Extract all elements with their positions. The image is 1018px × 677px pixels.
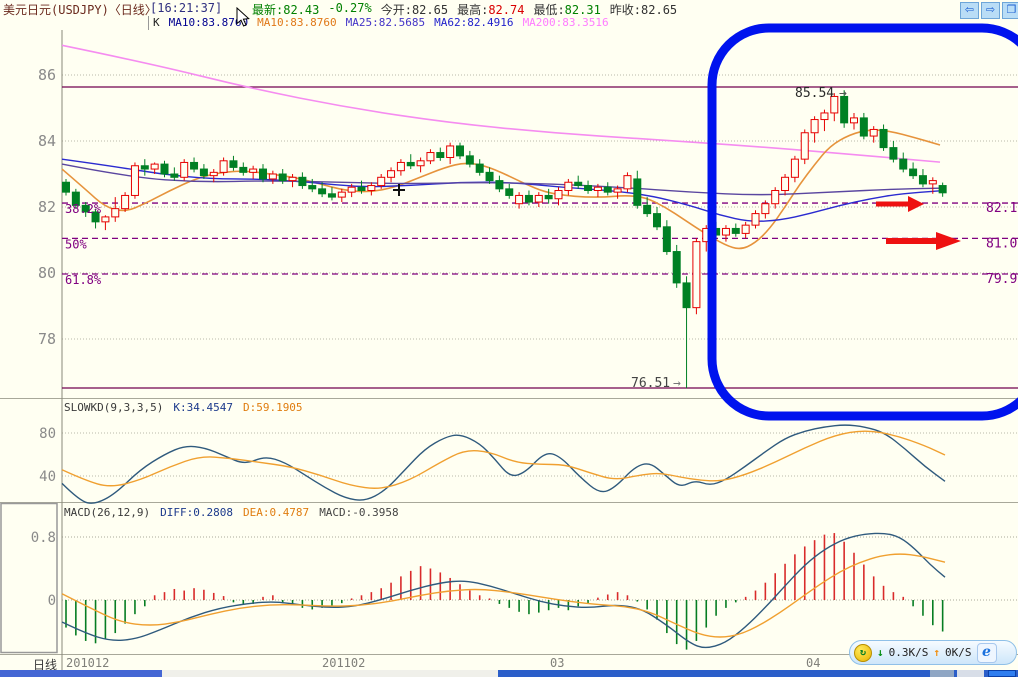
price-tick-label: 78 <box>38 330 56 348</box>
slowkd-k-line <box>61 424 946 504</box>
traffic-monitor-icon[interactable]: ↻ <box>854 643 872 662</box>
macd-title: MACD(26,12,9) <box>64 506 151 519</box>
slowkd-d-line <box>61 430 946 489</box>
ma62-legend: MA62:82.4916 <box>434 16 514 29</box>
taskbar-segment <box>930 670 954 677</box>
ma10b-legend: MA10:83.8760 <box>257 16 337 29</box>
indicator-lines <box>61 424 946 649</box>
k-legend: K <box>153 16 160 29</box>
date-axis-label: 201102 <box>322 656 366 670</box>
fib-price-label: 81.05 <box>986 236 1018 251</box>
ma-legend-bar: K MA10:83.8760 MA10:83.8760 MA25:82.5685… <box>148 16 609 30</box>
date-axis-label: 04 <box>806 656 821 670</box>
trading-app-window: 86 84 82 80 78 80 40 0.8 0 38.2% 82.12 50% 81.05 61.8… <box>0 0 1018 677</box>
window-buttons: ⇦ ⇨ ❐ <box>960 2 1018 19</box>
server-time: [16:21:37] <box>150 1 223 15</box>
slowkd-title: SLOWKD(9,3,3,5) <box>64 401 164 414</box>
upload-arrow-icon: ↑ <box>933 646 940 659</box>
price-tick-label: 84 <box>38 132 56 150</box>
ma200-legend: MA200:83.3516 <box>522 16 609 29</box>
upload-speed: 0K/S <box>945 646 972 659</box>
gridlines <box>62 74 1018 601</box>
macd-dea-value: DEA:0.4787 <box>242 506 310 519</box>
download-speed: 0.3K/S <box>888 646 929 659</box>
price-tick-label: 80 <box>38 264 56 282</box>
download-arrow-icon: ↓ <box>877 646 884 659</box>
price-tick-label: 82 <box>38 198 56 216</box>
slowkd-tick-label: 80 <box>39 426 56 442</box>
forward-arrow-button[interactable]: ⇨ <box>981 2 1000 19</box>
ma25-legend: MA25:82.5685 <box>345 16 426 29</box>
taskbar-segment <box>988 670 1016 677</box>
slowkd-tick-label: 40 <box>39 469 56 485</box>
chart-canvas[interactable]: 86 84 82 80 78 80 40 0.8 0 38.2% 82.12 50% 81.05 61.8… <box>0 0 1018 677</box>
slowkd-k-value: K:34.4547 <box>173 401 233 414</box>
taskbar-sliver <box>0 670 1018 677</box>
fib-pct-label: 61.8% <box>65 273 102 287</box>
candlesticks <box>62 90 947 389</box>
quote-bar: 美元日元(USDJPY)〈日线〉 [16:21:37] 最新:82.43 -0.… <box>0 0 1018 17</box>
taskbar-segment <box>957 670 984 677</box>
fib-price-label: 79.97 <box>986 272 1018 287</box>
low-callout-arrow-icon: → <box>673 376 681 391</box>
cascade-windows-button[interactable]: ❐ <box>1002 2 1018 19</box>
high-price-callout: 85.54 <box>795 86 834 101</box>
macd-macd-value: MACD:-0.3958 <box>319 506 399 519</box>
network-monitor-widget[interactable]: ↻ ↓ 0.3K/S ↑ 0K/S e <box>849 640 1017 665</box>
ie-browser-icon[interactable]: e <box>976 642 997 663</box>
high-callout-arrow-icon: → <box>839 86 847 101</box>
red-arrow-head <box>908 196 924 212</box>
taskbar-segment <box>0 670 162 677</box>
date-axis-label: 03 <box>550 656 565 670</box>
macd-diff-value: DIFF:0.2808 <box>160 506 233 519</box>
fib-price-label: 82.12 <box>986 201 1018 216</box>
price-tick-label: 86 <box>38 66 56 84</box>
quote-prev-close: 昨收:82.65 <box>609 3 678 17</box>
fib-pct-label: 50% <box>65 237 87 251</box>
back-arrow-button[interactable]: ⇦ <box>960 2 979 19</box>
slowkd-header: SLOWKD(9,3,3,5) K:34.4547 D:59.1905 <box>64 401 303 414</box>
annotations: 85.54 →76.51 → <box>393 23 1018 421</box>
instrument-title: 美元日元(USDJPY)〈日线〉 <box>3 3 157 17</box>
axis-labels: 86 84 82 80 78 80 40 0.8 0 <box>31 66 56 609</box>
macd-tick-label: 0.8 <box>31 530 56 546</box>
macd-tick-label: 0 <box>48 593 56 609</box>
macd-header: MACD(26,12,9) DIFF:0.2808 DEA:0.4787 MAC… <box>64 506 399 519</box>
fib-pct-label: 38.2% <box>65 202 102 216</box>
date-axis-label: 201012 <box>66 656 110 670</box>
slowkd-d-value: D:59.1905 <box>242 401 303 414</box>
low-price-callout: 76.51 <box>631 376 670 391</box>
red-arrow-head <box>936 232 961 250</box>
mouse-cursor <box>236 7 250 27</box>
